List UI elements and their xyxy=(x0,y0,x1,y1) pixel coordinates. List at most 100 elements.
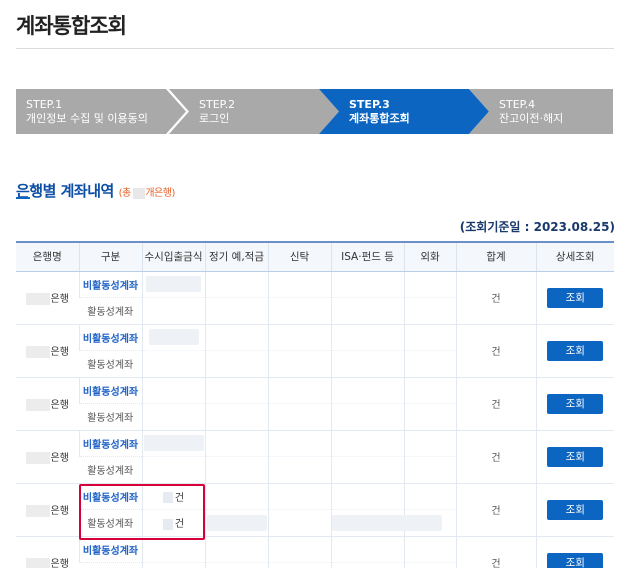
count-unit: 건 xyxy=(491,559,501,568)
masked-count xyxy=(162,518,173,530)
type-active-account[interactable]: 활동성계좌 xyxy=(79,350,142,378)
col-detail: 상세조회 xyxy=(535,241,614,272)
masked-value xyxy=(133,187,146,199)
bank-name-cell: 은행 xyxy=(16,483,79,537)
foreign-currency-cell xyxy=(403,562,456,568)
demand-deposit-cell xyxy=(141,350,205,378)
type-inactive-account[interactable]: 비활동성계좌 xyxy=(78,271,142,298)
type-active-account[interactable]: 활동성계좌 xyxy=(79,297,142,325)
bank-suffix: 은행 xyxy=(50,453,69,464)
section-title: 은행별 계좌내역 (총 개은행) xyxy=(16,180,175,201)
foreign-currency-cell xyxy=(403,483,456,510)
demand-deposit-cell xyxy=(141,430,205,457)
col-foreign-currency: 외화 xyxy=(403,241,456,272)
step-indicator: STEP.1 개인정보 수집 및 이용동의 STEP.2 로그인 STEP.3 … xyxy=(16,89,613,134)
view-button[interactable]: 조회 xyxy=(547,552,604,568)
type-inactive-account[interactable]: 비활동성계좌 xyxy=(78,324,142,351)
view-button[interactable]: 조회 xyxy=(547,393,604,414)
bank-suffix: 은행 xyxy=(50,559,69,568)
account-table: 은행명 구분 수시입출금식 정기 예,적금 신탁 ISA·펀드 등 외화 합계 … xyxy=(16,241,614,568)
demand-deposit-cell xyxy=(141,297,205,325)
view-button[interactable]: 조회 xyxy=(547,287,604,308)
masked-count xyxy=(162,492,173,504)
view-button[interactable]: 조회 xyxy=(547,446,604,467)
masked-amount xyxy=(206,514,267,531)
bank-name-cell: 은행 xyxy=(16,324,79,378)
count-unit: 건 xyxy=(491,400,501,411)
time-deposit-cell xyxy=(204,536,268,563)
step-1: STEP.1 개인정보 수집 및 이용동의 xyxy=(16,89,186,134)
table-row: 은행 비활동성계좌 건 건 조회 xyxy=(16,483,614,537)
time-deposit-cell xyxy=(204,430,268,457)
demand-deposit-cell xyxy=(141,271,205,298)
trust-cell xyxy=(267,456,331,484)
total-cell: 건 xyxy=(455,377,536,431)
demand-deposit-cell xyxy=(141,536,205,563)
time-deposit-cell xyxy=(204,456,268,484)
table-row: 은행 비활동성계좌 건 조회 xyxy=(16,324,614,378)
foreign-currency-cell xyxy=(403,324,456,351)
foreign-currency-cell xyxy=(403,430,456,457)
count-unit: 건 xyxy=(174,519,185,531)
masked-amount xyxy=(146,276,201,293)
trust-cell xyxy=(267,562,331,568)
title-divider xyxy=(16,48,614,49)
type-inactive-account[interactable]: 비활동성계좌 xyxy=(78,536,142,563)
type-inactive-account[interactable]: 비활동성계좌 xyxy=(78,377,142,404)
bank-count-suffix: 개은행) xyxy=(145,188,175,199)
isa-fund-cell xyxy=(330,297,404,325)
bank-count-note: (총 개은행) xyxy=(119,187,175,199)
isa-fund-cell xyxy=(330,350,404,378)
detail-cell: 조회 xyxy=(535,536,614,568)
type-active-account[interactable]: 활동성계좌 xyxy=(79,509,142,537)
isa-fund-cell xyxy=(330,271,404,298)
count-unit: 건 xyxy=(491,453,501,464)
trust-cell xyxy=(267,324,331,351)
isa-fund-cell xyxy=(330,403,404,431)
section-title-text: 은행별 계좌내역 xyxy=(16,182,114,200)
reference-date: (조회기준일 : 2023.08.25) xyxy=(459,220,615,234)
bank-suffix: 은행 xyxy=(50,506,69,517)
isa-fund-cell xyxy=(330,430,404,457)
time-deposit-cell xyxy=(204,509,268,537)
detail-cell: 조회 xyxy=(535,483,614,537)
count-unit: 건 xyxy=(491,294,501,305)
time-deposit-cell xyxy=(204,324,268,351)
foreign-currency-cell xyxy=(403,456,456,484)
foreign-currency-cell xyxy=(403,297,456,325)
step-3-current: STEP.3 계좌통합조회 xyxy=(319,89,489,134)
step-3-label: 계좌통합조회 xyxy=(349,112,410,125)
step-2: STEP.2 로그인 xyxy=(169,89,339,134)
total-cell: 건 xyxy=(455,483,536,537)
bank-suffix: 은행 xyxy=(50,400,69,411)
total-cell: 건 xyxy=(455,324,536,378)
table-row: 은행 비활동성계좌건 조회 xyxy=(16,536,614,568)
type-inactive-account[interactable]: 비활동성계좌 xyxy=(78,483,142,510)
time-deposit-cell xyxy=(204,403,268,431)
masked-bank-name xyxy=(25,346,50,358)
total-cell: 건 xyxy=(455,430,536,484)
trust-cell xyxy=(267,509,331,537)
type-active-account[interactable]: 활동성계좌 xyxy=(79,403,142,431)
type-active-account[interactable]: 활동성계좌 xyxy=(79,562,142,568)
bank-suffix: 은행 xyxy=(50,294,69,305)
step-1-number: STEP.1 xyxy=(26,98,63,111)
isa-fund-cell xyxy=(330,456,404,484)
view-button[interactable]: 조회 xyxy=(547,340,604,361)
col-type: 구분 xyxy=(78,241,142,272)
total-cell: 건 xyxy=(455,536,536,568)
detail-cell: 조회 xyxy=(535,271,614,325)
type-active-account[interactable]: 활동성계좌 xyxy=(79,456,142,484)
masked-amount xyxy=(331,514,442,531)
view-button[interactable]: 조회 xyxy=(547,499,604,520)
trust-cell xyxy=(267,377,331,404)
isa-fund-cell xyxy=(330,562,404,568)
isa-fund-cell xyxy=(330,483,404,510)
time-deposit-cell xyxy=(204,271,268,298)
count-unit: 건 xyxy=(491,506,501,517)
step-3-number: STEP.3 xyxy=(349,98,390,111)
trust-cell xyxy=(267,483,331,510)
demand-deposit-cell: 건 xyxy=(141,509,205,537)
masked-bank-name xyxy=(25,505,50,517)
type-inactive-account[interactable]: 비활동성계좌 xyxy=(78,430,142,457)
